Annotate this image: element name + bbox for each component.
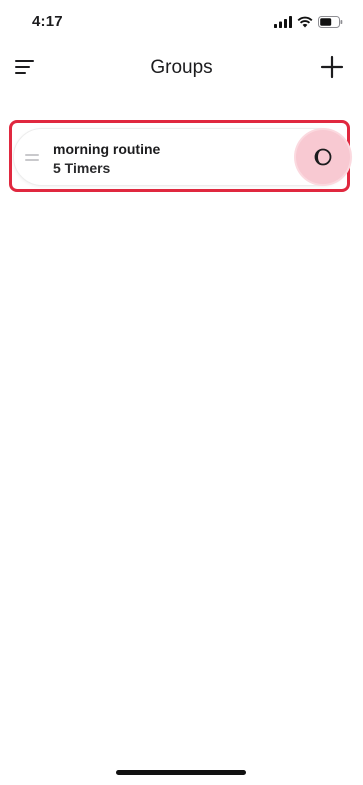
drag-handle-icon[interactable]: [25, 154, 39, 162]
status-bar: 4:17: [0, 0, 363, 44]
group-timer-count: 5 Timers: [53, 160, 111, 176]
half-moon-icon[interactable]: [296, 130, 350, 184]
status-icons: [274, 15, 343, 33]
wifi-icon: [297, 15, 313, 33]
page-title: Groups: [150, 57, 213, 78]
nav-bar: Groups: [0, 44, 363, 92]
group-card[interactable]: morning routine 5 Timers: [13, 128, 350, 186]
signal-icon: [274, 15, 292, 33]
battery-icon: [318, 15, 343, 33]
home-indicator: [116, 770, 246, 775]
status-time: 4:17: [32, 13, 63, 30]
group-name: morning routine: [53, 141, 161, 157]
plus-icon[interactable]: [319, 54, 345, 80]
